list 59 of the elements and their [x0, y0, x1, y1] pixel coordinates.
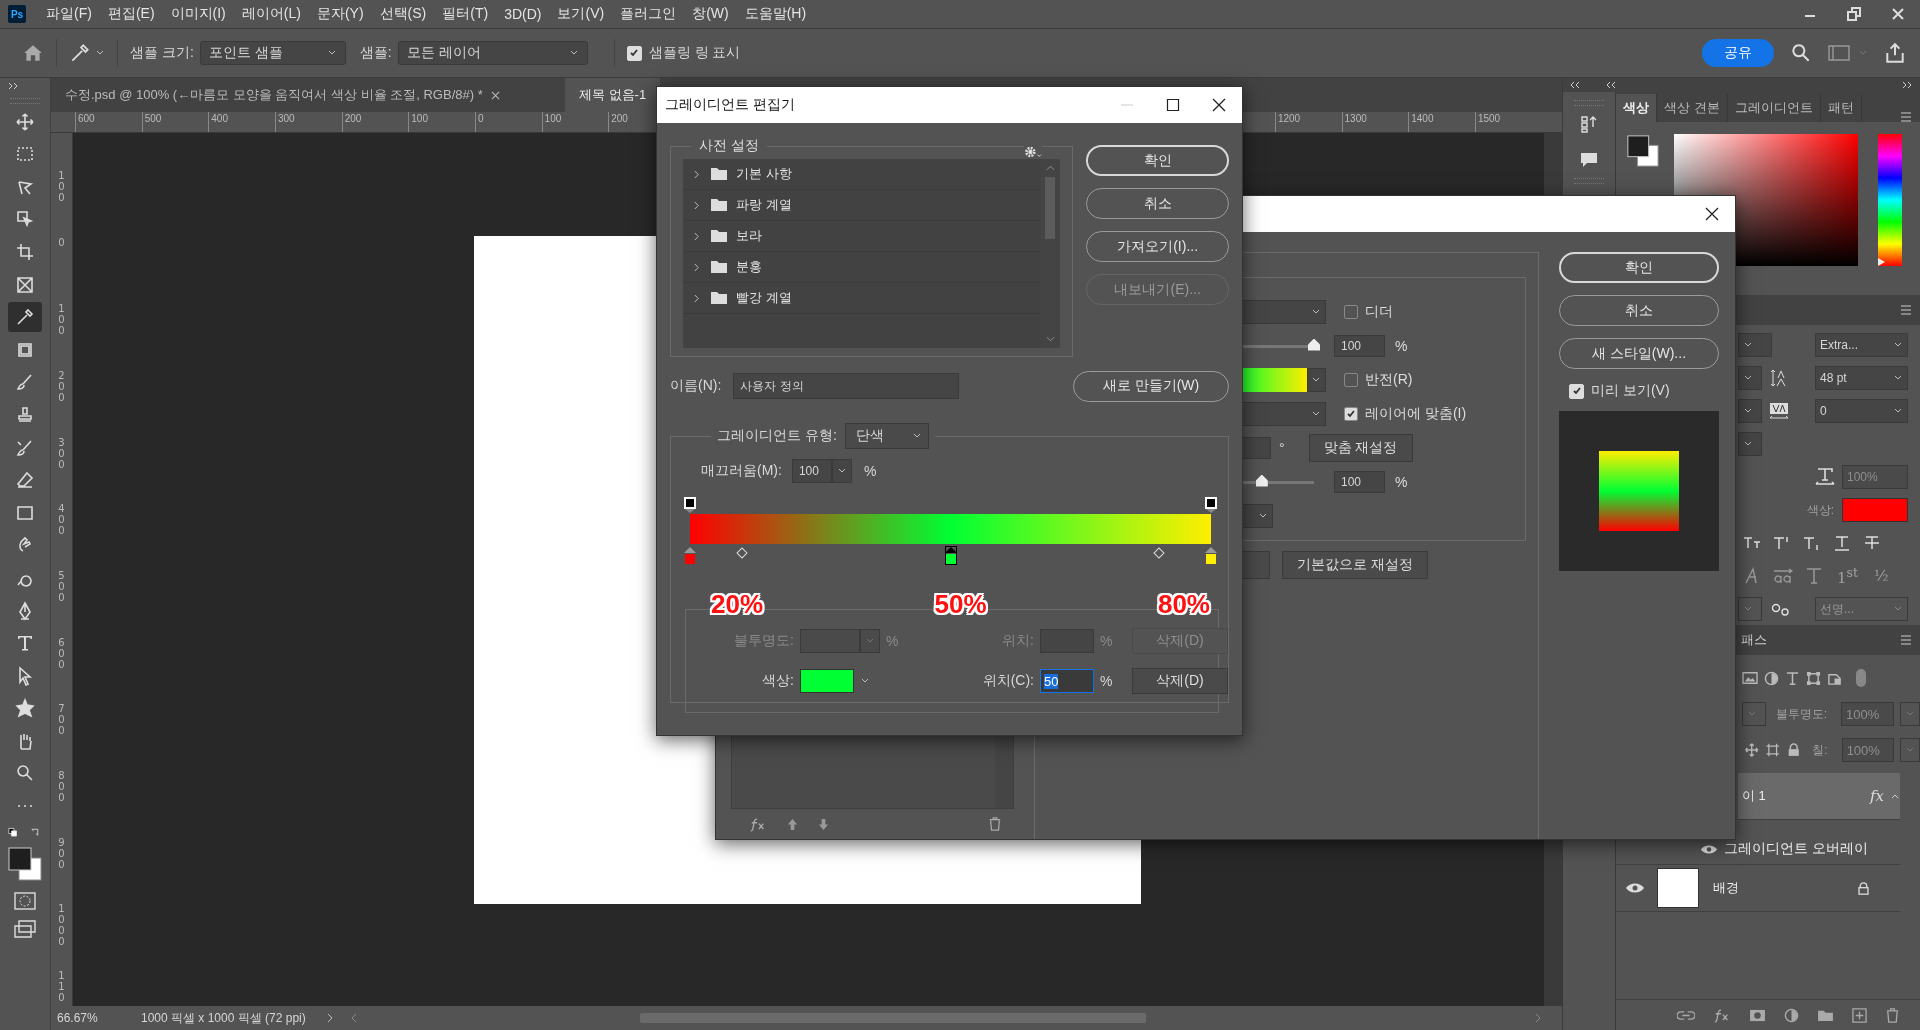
ruler-label: 1500 [1477, 113, 1501, 124]
fill-label: 칠: [1812, 741, 1828, 759]
color-label: 색상: [1806, 501, 1834, 519]
annotation-label: 80% [1157, 589, 1210, 620]
ruler-label: 500 [58, 569, 65, 603]
unit-label: % [1100, 633, 1114, 649]
window-title: 그레이디언트 편집기 [664, 96, 795, 114]
unit-label: % [1395, 474, 1408, 490]
ruler-label: 200 [344, 113, 362, 124]
ruler-label: 700 [58, 703, 65, 737]
unit-label: % [1100, 673, 1114, 689]
ruler-label: 100 [544, 113, 562, 124]
ruler-label: 1000 [58, 903, 65, 948]
ruler-label: 100 [58, 170, 65, 203]
location-label: 위치(C): [981, 672, 1034, 690]
ruler-label: 1400 [1411, 113, 1434, 124]
opacity-label: 불투명도: [1775, 705, 1827, 723]
checkbox-label: 디더 [1365, 303, 1393, 321]
sample-size-label: 샘플 크기: [130, 44, 194, 62]
presets-legend: 사전 설정 [691, 137, 767, 155]
zoom-level: 66.67% [56, 1011, 99, 1025]
app-logo: Ps [8, 5, 26, 23]
ruler-label: 100 [58, 303, 65, 337]
ruler-label: 300 [277, 113, 295, 124]
ruler-label: 300 [58, 436, 65, 470]
smoothness-label: 매끄러움(M): [701, 462, 782, 480]
layer-name: 이 1 [1742, 787, 1766, 805]
ruler-label: 500 [144, 113, 162, 124]
ruler-label: 200 [58, 369, 65, 403]
color-label: 색상: [761, 672, 794, 690]
unit-label: % [886, 633, 900, 649]
sample-label: 샘플: [359, 44, 392, 62]
ruler-label: 400 [211, 113, 228, 124]
checkbox-label: 샘플링 링 표시 [648, 44, 741, 62]
ruler-label: 1200 [1277, 113, 1301, 124]
name-label: 이름(N): [670, 377, 722, 395]
ruler-label: 110 [58, 969, 65, 1003]
ruler-label: 900 [58, 836, 65, 870]
ruler-label: 200 [611, 113, 628, 124]
annotation-label: 20% [711, 589, 764, 620]
checkbox-label: 미리 보기(V) [1591, 382, 1670, 400]
gradient-type-label: 그레이디언트 유형: [717, 427, 837, 445]
ruler-label: 1300 [1344, 113, 1367, 124]
unit-label: % [1395, 338, 1408, 354]
annotation-label: 50% [934, 589, 987, 620]
ruler-label: 400 [58, 503, 65, 537]
ruler-label: 0 [477, 113, 484, 124]
fx-label: fx [1870, 787, 1884, 805]
checkbox-label: 레이어에 맞춤(I) [1365, 405, 1467, 423]
ruler-label: 600 [58, 636, 65, 670]
ruler-label: 100 [411, 113, 428, 124]
unit-label: % [863, 463, 877, 479]
checkbox-label: 반전(R) [1365, 371, 1413, 389]
ruler-label: 800 [58, 769, 65, 803]
document-info: 1000 픽셀 x 1000 픽셀 (72 ppi) [141, 1009, 306, 1027]
ruler-label: 0 [58, 236, 65, 248]
layer-name: 배경 [1713, 879, 1739, 897]
degree-label: ° [1279, 440, 1285, 456]
ruler-label: 600 [78, 113, 95, 124]
